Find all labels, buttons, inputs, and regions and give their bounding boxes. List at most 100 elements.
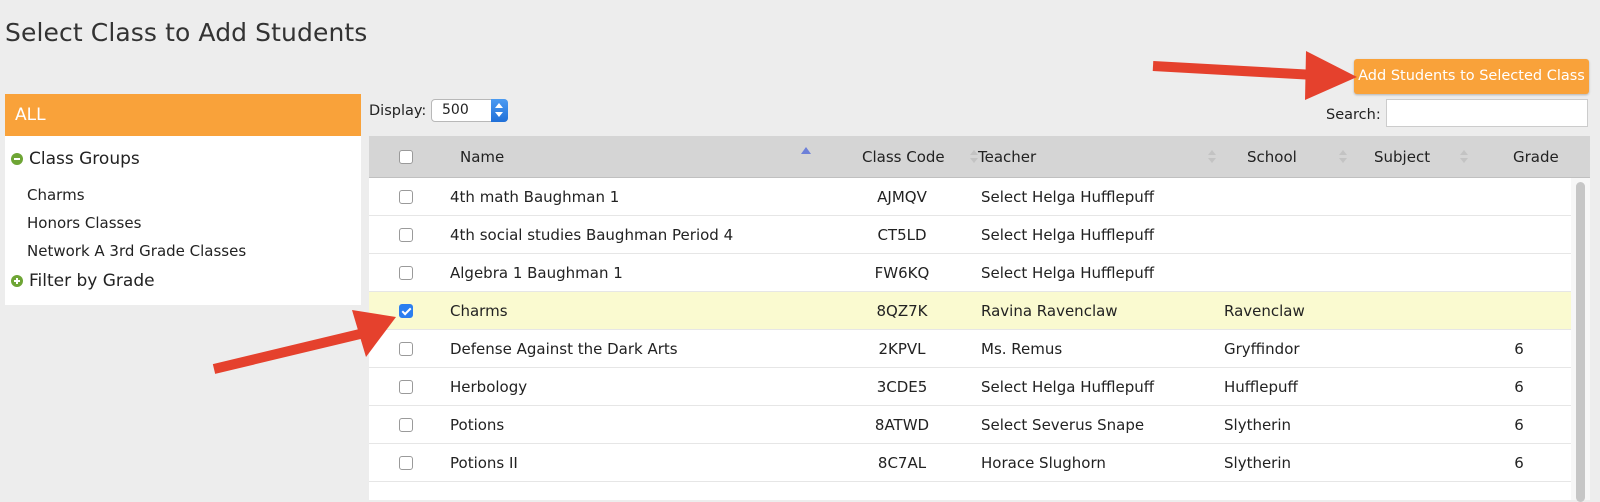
row-checkbox-checked[interactable] [399,304,413,318]
cell-class-code: 8ATWD [874,416,930,434]
sidebar-all-filter[interactable]: ALL [5,94,361,136]
row-checkbox[interactable] [399,266,413,280]
sort-ascending-icon[interactable] [801,147,811,154]
row-checkbox[interactable] [399,342,413,356]
cell-name: Potions II [450,454,518,472]
add-students-button[interactable]: Add Students to Selected Class [1354,59,1589,94]
table-row[interactable]: 4th social studies Baughman Period 4 CT5L… [369,216,1571,254]
column-header-school[interactable]: School [1247,136,1297,178]
cell-grade: 6 [1514,454,1524,472]
display-label: Display: [369,103,427,119]
column-header-teacher[interactable]: Teacher [978,136,1036,178]
cell-teacher: Select Helga Hufflepuff [981,378,1155,396]
table-row[interactable]: Potions 8ATWD Select Severus Snape Slytheri… [369,406,1571,444]
minus-circle-icon[interactable] [11,153,23,165]
row-checkbox[interactable] [399,190,413,204]
cell-subject [1372,292,1492,330]
cell-school [1224,178,1384,216]
plus-circle-icon[interactable] [11,275,23,287]
cell-class-code: 2KPVL [878,340,926,358]
row-checkbox[interactable] [399,418,413,432]
table-header: Name Class Code Teacher School Subject G… [369,136,1590,178]
cell-class-code: 8C7AL [877,454,927,472]
cell-teacher: Select Helga Hufflepuff [981,226,1155,244]
row-checkbox[interactable] [399,456,413,470]
select-arrows-icon[interactable] [491,99,508,122]
table-row[interactable]: Algebra 1 Baughman 1 FW6KQ Select Helga Hu… [369,254,1571,292]
sidebar: ALL Class Groups Charms Honors Classes N… [5,94,361,305]
table-row[interactable]: Herbology 3CDE5 Select Helga Hufflepuff Huf… [369,368,1571,406]
filter-by-grade-toggle[interactable]: Filter by Grade [11,271,155,291]
table-row[interactable]: Potions II 8C7AL Horace Slughorn Slytherin 6 [369,444,1571,482]
cell-name: Algebra 1 Baughman 1 [450,264,623,282]
cell-subject [1372,216,1492,254]
sidebar-item-charms[interactable]: Charms [27,186,85,204]
cell-school: Slytherin [1224,454,1292,472]
vertical-scrollbar[interactable] [1571,178,1590,502]
select-all-checkbox[interactable] [399,150,413,164]
cell-grade [1499,292,1539,330]
cell-name: Charms [450,302,508,320]
cell-grade [1499,178,1539,216]
cell-subject [1372,254,1492,292]
cell-name: Defense Against the Dark Arts [450,340,678,358]
page-title: Select Class to Add Students [5,18,368,47]
cell-name: Potions [450,416,505,434]
cell-subject [1372,444,1492,482]
cell-school: Hufflepuff [1224,378,1298,396]
cell-class-code: AJMQV [877,188,927,206]
cell-class-code: CT5LD [877,226,927,244]
table-row[interactable]: Defense Against the Dark Arts 2KPVL Ms. Re… [369,330,1571,368]
cell-school: Gryffindor [1224,340,1300,358]
column-header-class-code[interactable]: Class Code [862,136,945,178]
search-label: Search: [1326,107,1381,123]
cell-teacher: Select Helga Hufflepuff [981,264,1155,282]
filter-by-grade-label: Filter by Grade [29,271,155,291]
sort-icon[interactable] [970,150,978,164]
arrow-to-add-button [1152,51,1357,100]
cell-subject [1372,406,1492,444]
cell-teacher: Ms. Remus [981,340,1063,358]
sort-icon[interactable] [1339,150,1347,164]
display-count-select[interactable]: 500 [431,99,508,122]
cell-teacher: Ravina Ravenclaw [981,302,1118,320]
sidebar-item-network-a-3rd-grade[interactable]: Network A 3rd Grade Classes [27,242,246,260]
column-header-subject[interactable]: Subject [1374,136,1430,178]
cell-subject [1372,330,1492,368]
cell-grade: 6 [1514,416,1524,434]
sort-icon[interactable] [1208,150,1216,164]
class-table: Name Class Code Teacher School Subject G… [369,136,1590,502]
cell-name: 4th social studies Baughman Period 4 [450,226,734,244]
cell-school: Ravenclaw [1224,302,1305,320]
column-header-grade[interactable]: Grade [1513,136,1559,178]
cell-grade: 6 [1514,378,1524,396]
cell-grade: 6 [1514,340,1524,358]
table-row[interactable]: Charms 8QZ7K Ravina Ravenclaw Ravenclaw [369,292,1571,330]
row-checkbox[interactable] [399,380,413,394]
cell-school [1224,216,1384,254]
cell-subject [1372,368,1492,406]
cell-name: Herbology [450,378,528,396]
class-groups-toggle[interactable]: Class Groups [11,149,140,169]
cell-teacher: Horace Slughorn [981,454,1106,472]
display-count-value: 500 [442,102,469,118]
cell-teacher: Select Severus Snape [981,416,1145,434]
cell-school: Slytherin [1224,416,1292,434]
class-groups-label: Class Groups [29,149,140,169]
column-header-name[interactable]: Name [460,136,504,178]
sort-icon[interactable] [1460,150,1468,164]
table-row[interactable]: 4th math Baughman 1 AJMQV Select Helga Huf… [369,178,1571,216]
search-input[interactable] [1386,99,1588,127]
cell-class-code: 8QZ7K [876,302,928,320]
cell-class-code: 3CDE5 [876,378,928,396]
cell-teacher: Select Helga Hufflepuff [981,188,1155,206]
cell-name: 4th math Baughman 1 [450,188,620,206]
cell-school [1224,254,1384,292]
cell-grade [1499,254,1539,292]
cell-class-code: FW6KQ [874,264,930,282]
scrollbar-thumb[interactable] [1576,182,1585,502]
row-checkbox[interactable] [399,228,413,242]
sidebar-item-honors-classes[interactable]: Honors Classes [27,214,141,232]
cell-subject [1372,178,1492,216]
cell-grade [1499,216,1539,254]
